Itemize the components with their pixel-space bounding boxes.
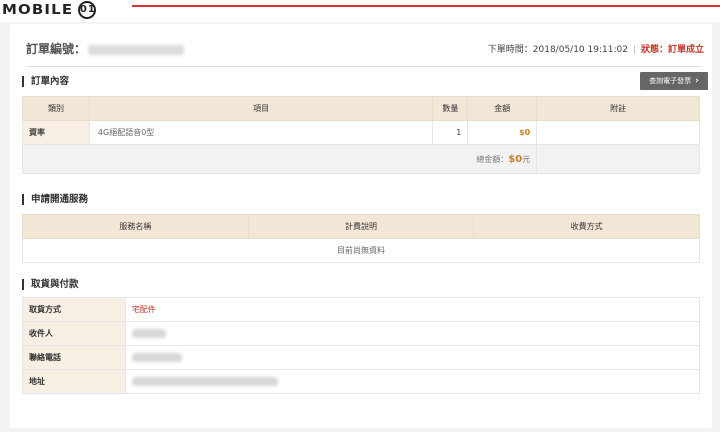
pickup-method-label: 取貨方式	[22, 297, 126, 322]
section-title-services: 申請開通服務	[22, 194, 88, 205]
order-time-value: 2018/05/10 19:11:02	[532, 45, 628, 55]
col-header-billing-desc: 計費說明	[247, 214, 475, 239]
col-header-quantity: 數量	[432, 96, 469, 121]
redacted-recipient	[131, 329, 166, 338]
redacted-address	[131, 377, 278, 386]
row-category: 資率	[22, 120, 90, 145]
row-item: 4G絕配語音0型	[88, 120, 434, 145]
table-row: 資率 4G絕配語音0型 1 $0	[22, 120, 700, 145]
address-label: 地址	[22, 369, 126, 394]
recipient-value	[124, 321, 701, 346]
col-header-note: 附註	[536, 96, 700, 121]
order-number-redacted	[88, 45, 184, 55]
col-header-payment-method: 收費方式	[473, 214, 700, 239]
pickup-payment-table: 取貨方式 宅配件 收件人 聯絡電話 地址	[22, 297, 701, 394]
recipient-label: 收件人	[22, 321, 126, 346]
total-cell: 總金額：$0元	[21, 144, 538, 174]
order-meta: 下單時間：2018/05/10 19:11:02 | 狀態：訂單成立	[488, 42, 704, 55]
top-bar: MOBILE 01	[0, 0, 720, 22]
table-row: 目前尚無資料	[22, 238, 700, 263]
order-number-label: 訂單編號：	[26, 42, 87, 56]
query-invoice-label: 查詢電子發票	[649, 77, 692, 85]
address-value	[124, 369, 701, 394]
total-label: 總金額：	[476, 154, 509, 164]
section-title-pickup-payment: 取貨與付款	[22, 279, 79, 290]
table-row: 地址	[22, 369, 701, 394]
col-header-service-name: 服務名稱	[22, 214, 249, 239]
chevron-right-icon: ›	[695, 76, 699, 86]
col-header-category: 類別	[22, 96, 90, 121]
header-divider	[26, 66, 702, 67]
total-row: 總金額：$0元	[21, 144, 700, 174]
total-note-cell	[536, 144, 700, 174]
table-header-row: 類別 項目 數量 金額 附註	[22, 96, 700, 121]
order-detail-panel: 訂單編號： 下單時間：2018/05/10 19:11:02 | 狀態：訂單成立 訂…	[10, 24, 712, 428]
col-header-amount: 金額	[467, 96, 538, 121]
table-row: 收件人	[22, 321, 701, 346]
order-header: 訂單編號： 下單時間：2018/05/10 19:11:02 | 狀態：訂單成立	[26, 36, 704, 62]
header-accent-line	[132, 5, 720, 7]
phone-value	[124, 345, 701, 370]
redacted-phone	[131, 353, 182, 362]
services-table: 服務名稱 計費說明 收費方式 目前尚無資料	[22, 214, 700, 263]
phone-label: 聯絡電話	[22, 345, 126, 370]
logo-badge-icon: 01	[77, 1, 96, 19]
query-invoice-button[interactable]: 查詢電子發票 ›	[640, 72, 708, 90]
meta-separator: |	[632, 45, 636, 55]
section-title-order-content: 訂單內容	[22, 76, 69, 87]
order-time-label: 下單時間：	[487, 45, 533, 55]
total-unit: 元	[522, 154, 531, 164]
table-header-row: 服務名稱 計費說明 收費方式	[22, 214, 700, 239]
total-value: $0	[508, 153, 523, 165]
row-note	[536, 120, 700, 145]
empty-state-text: 目前尚無資料	[22, 238, 700, 263]
table-row: 取貨方式 宅配件	[22, 297, 701, 322]
row-quantity: 1	[432, 120, 469, 145]
pickup-method-value: 宅配件	[124, 297, 701, 322]
logo-text: MOBILE	[2, 2, 74, 18]
col-header-item: 項目	[88, 96, 434, 121]
site-logo[interactable]: MOBILE 01	[2, 1, 96, 19]
order-status: 狀態：訂單成立	[640, 45, 704, 55]
row-amount: $0	[467, 120, 538, 145]
order-content-table: 類別 項目 數量 金額 附註 資率 4G絕配語音0型 1 $0 總金額：$0元	[21, 96, 700, 174]
table-row: 聯絡電話	[22, 345, 701, 370]
